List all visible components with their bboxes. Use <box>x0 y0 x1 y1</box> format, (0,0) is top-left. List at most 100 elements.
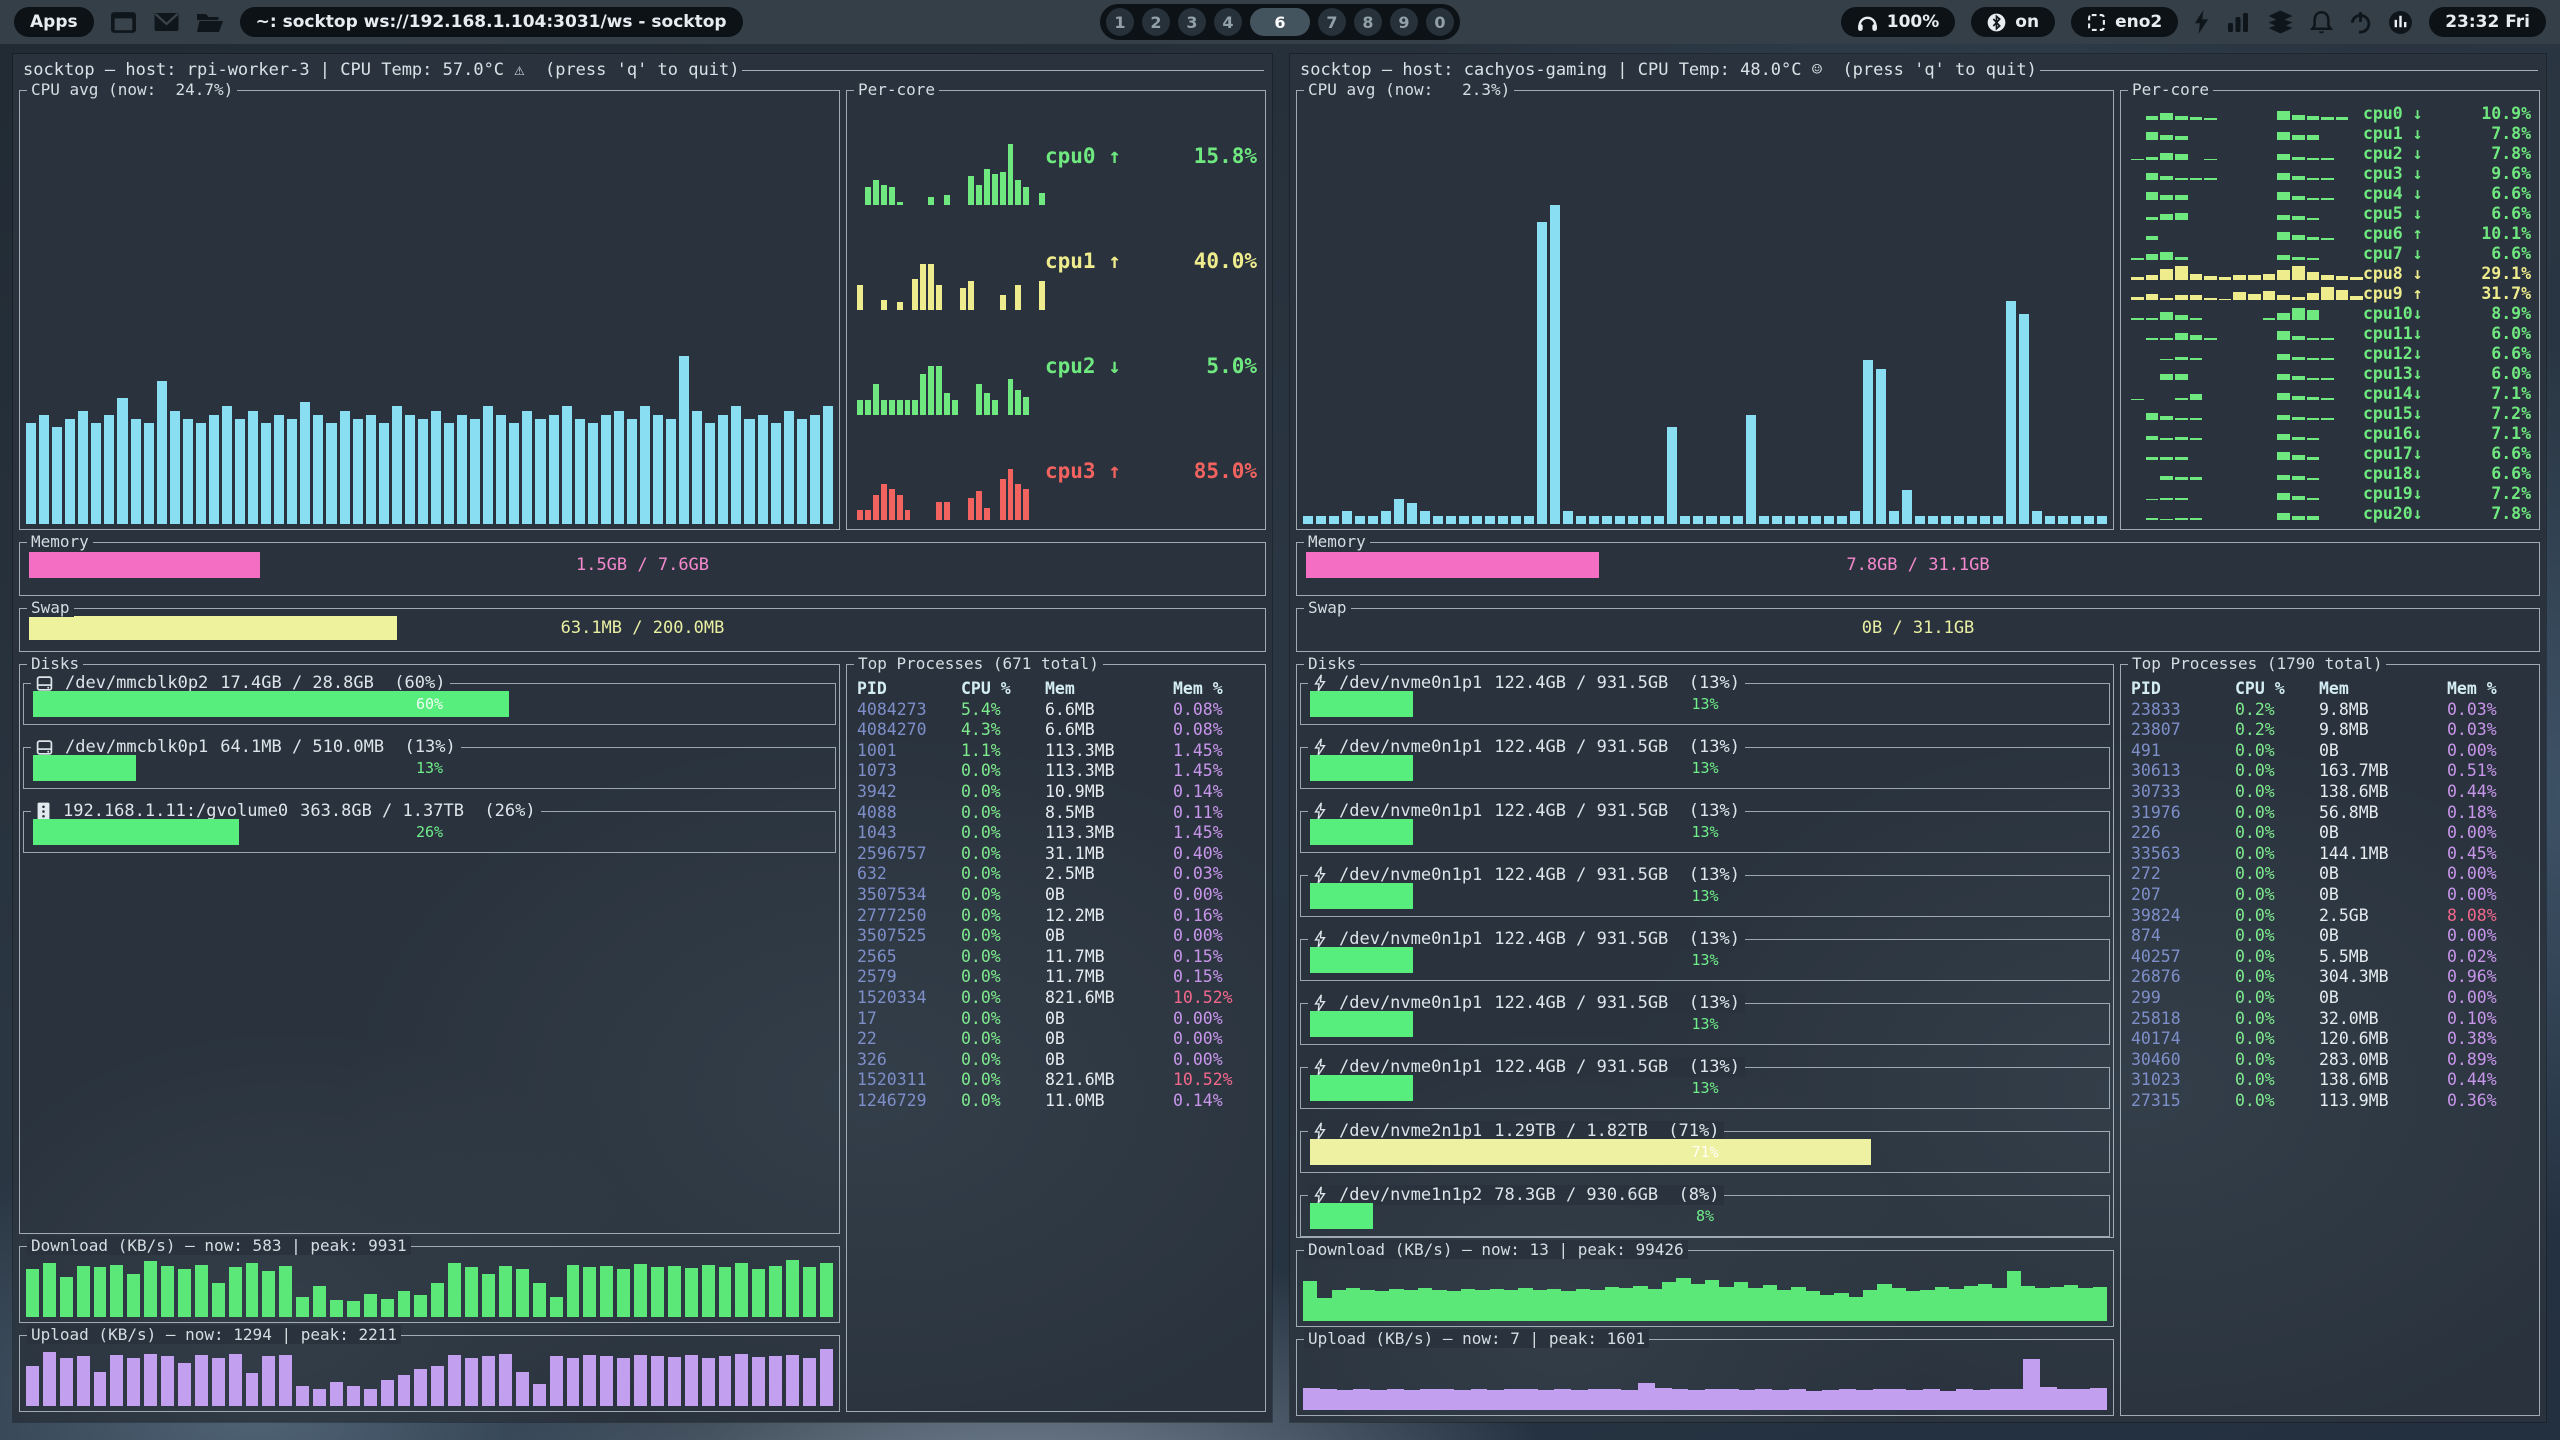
chart-bar <box>1676 1278 1690 1321</box>
core-percent: 9.6% <box>2481 164 2531 183</box>
core-label: cpu2 ↓ 7.8% <box>2363 143 2531 163</box>
core-sparkline <box>857 208 1045 313</box>
core-sparkline <box>2131 223 2363 243</box>
core-sparkline <box>2131 283 2363 303</box>
chart-bar <box>1992 1288 2006 1321</box>
spark-bar <box>2175 498 2188 500</box>
core-sparkline <box>2131 363 2363 383</box>
socktop-layout-right: CPU avg (now: 2.3%) Per-core cpu0 ↓10.9%… <box>1290 84 2546 1422</box>
chart-bar <box>60 1358 73 1406</box>
core-row-cpu14: cpu14↓ 7.1% <box>2131 383 2531 403</box>
chart-bar <box>1320 1389 1337 1410</box>
core-name: cpu7 ↓ <box>2363 244 2423 263</box>
spark-bar <box>2175 154 2188 160</box>
process-cpu: 0.0% <box>961 782 1045 803</box>
window-title-pill[interactable]: ~: socktop ws://192.168.1.104:3031/ws - … <box>240 7 743 37</box>
signal-bars-icon[interactable] <box>2225 11 2251 33</box>
bell-icon[interactable] <box>2310 10 2333 35</box>
folder-icon[interactable] <box>196 12 224 33</box>
workspace-button-6[interactable]: 6 <box>1250 8 1310 36</box>
spark-bar <box>2204 276 2217 280</box>
process-pid: 326 <box>857 1050 961 1071</box>
workspace-button-8[interactable]: 8 <box>1354 8 1382 36</box>
core-label: cpu3 ↓ 9.6% <box>2363 163 2531 183</box>
power-profile-icon[interactable] <box>2194 10 2209 34</box>
spark-bar <box>905 510 911 520</box>
process-mempct: 0.00% <box>2447 741 2531 762</box>
spark-bar <box>2204 118 2217 120</box>
bluetooth-pill[interactable]: on <box>1971 7 2055 37</box>
process-mempct: 1.45% <box>1173 741 1257 762</box>
core-label: cpu17↓ 6.6% <box>2363 443 2531 463</box>
layers-icon[interactable] <box>2267 10 2294 34</box>
chart-bar <box>1389 1289 1403 1321</box>
workspace-button-9[interactable]: 9 <box>1390 8 1418 36</box>
chart-bar <box>1638 1383 1655 1410</box>
spark-bar <box>2160 135 2173 140</box>
chart-bar <box>353 419 363 524</box>
spark-bar <box>2160 252 2173 260</box>
spark-bar <box>968 176 974 205</box>
workspace-button-0[interactable]: 0 <box>1426 8 1454 36</box>
chart-bar <box>1688 1390 1705 1410</box>
download-chart-left <box>26 1260 833 1317</box>
clock-pill[interactable]: 23:32 Fri <box>2429 7 2546 37</box>
window-icon[interactable] <box>110 11 137 34</box>
apps-button[interactable]: Apps <box>14 7 94 37</box>
spark-bar <box>2190 295 2203 300</box>
chart-bar <box>1733 516 1743 524</box>
disk-usage-icon[interactable] <box>2388 10 2413 35</box>
chart-bar <box>94 1372 107 1406</box>
chart-bar <box>679 356 689 524</box>
process-mem: 0B <box>2319 885 2447 906</box>
chart-bar <box>1588 1389 1605 1410</box>
workspace-button-4[interactable]: 4 <box>1214 8 1242 36</box>
disk-item: /dev/nvme0n1p1122.4GB / 931.5GB (13%)13% <box>1300 875 2110 917</box>
bolt-icon <box>1313 674 1327 692</box>
chart-bar <box>470 419 480 524</box>
workspace-button-1[interactable]: 1 <box>1106 8 1134 36</box>
upload-panel-right: Upload (KB/s) — now: 7 | peak: 1601 <box>1296 1339 2114 1416</box>
chart-bar <box>1806 1391 1823 1410</box>
disk-percent: 13% <box>1310 823 2100 841</box>
power-icon[interactable] <box>2349 11 2372 34</box>
core-row-cpu16: cpu16↓ 7.1% <box>2131 423 2531 443</box>
chart-bar <box>1763 1285 1777 1321</box>
volume-pill[interactable]: 100% <box>1841 7 1956 37</box>
core-sparkline <box>2131 483 2363 503</box>
bolt-icon <box>1313 866 1327 884</box>
workspace-button-7[interactable]: 7 <box>1318 8 1346 36</box>
spark-bar <box>2307 310 2320 320</box>
spark-bar <box>2307 293 2320 300</box>
spark-bar <box>2350 277 2363 280</box>
workspace-button-3[interactable]: 3 <box>1178 8 1206 36</box>
spark-bar <box>2131 297 2144 300</box>
chart-bar <box>1472 516 1482 524</box>
spark-bar <box>2321 287 2334 300</box>
mail-icon[interactable] <box>153 12 180 32</box>
chart-bar <box>2006 301 2016 524</box>
core-sparkline <box>2131 203 2363 223</box>
process-pid: 272 <box>2131 864 2235 885</box>
workspace-button-2[interactable]: 2 <box>1142 8 1170 36</box>
chart-bar <box>2078 1288 2092 1321</box>
chart-bar <box>1662 1282 1676 1321</box>
spark-bar <box>2131 399 2144 400</box>
spark-bar <box>2292 176 2305 180</box>
disk-item-label: /dev/nvme0n1p1122.4GB / 931.5GB (13%) <box>1308 673 1745 693</box>
network-interface-icon <box>2087 13 2106 32</box>
chart-bar <box>279 1266 292 1317</box>
chart-bar <box>533 1384 546 1406</box>
terminal-window-left[interactable]: socktop — host: rpi-worker-3 | CPU Temp:… <box>13 54 1272 1422</box>
process-table-right: PIDCPU %MemMem %238330.2%9.8MB0.03%23807… <box>2131 679 2531 1407</box>
chart-bar <box>2093 1287 2107 1321</box>
network-pill[interactable]: eno2 <box>2071 7 2178 37</box>
spark-bar <box>2131 318 2144 320</box>
spark-bar <box>2277 270 2290 280</box>
chart-bar <box>364 1294 377 1317</box>
spark-bar <box>912 279 918 310</box>
terminal-window-right[interactable]: socktop — host: cachyos-gaming | CPU Tem… <box>1290 54 2546 1422</box>
disk-usage-text: 122.4GB / 931.5GB (13%) <box>1494 673 1740 693</box>
chart-bar <box>1576 1289 1590 1321</box>
spark-bar <box>928 264 934 310</box>
